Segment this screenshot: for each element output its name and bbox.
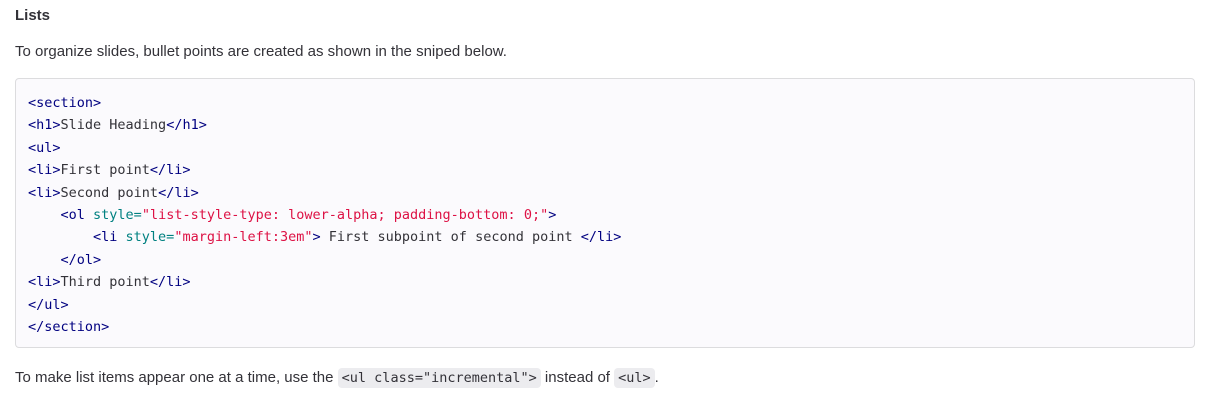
- code-tag: </li>: [158, 184, 199, 201]
- code-line: <li>Second point</li>: [28, 182, 621, 204]
- code-attribute: style=: [125, 229, 175, 246]
- code-tag: <li>: [28, 184, 61, 201]
- section-heading: Lists: [15, 7, 51, 24]
- code-tag: <li>: [28, 274, 61, 291]
- outro-text-middle: instead of: [540, 369, 615, 386]
- code-tag: >: [548, 206, 557, 223]
- code-text: First subpoint of second point: [320, 229, 581, 246]
- outro-paragraph: To make list items appear one at a time,…: [15, 368, 659, 388]
- code-tag: <h1>: [28, 117, 61, 134]
- outro-text-before: To make list items appear one at a time,…: [15, 369, 338, 386]
- inline-code-ul: <ul>: [614, 368, 655, 388]
- code-tag: </ul>: [28, 296, 69, 313]
- inline-code-incremental: <ul class="incremental">: [337, 368, 541, 388]
- code-line: <li style="margin-left:3em"> First subpo…: [28, 226, 621, 248]
- outro-text-after: .: [654, 369, 659, 386]
- code-line: <li>Third point</li>: [28, 271, 621, 293]
- code-string: "margin-left:3em": [174, 229, 313, 246]
- code-line: </ul>: [28, 294, 621, 316]
- code-block[interactable]: <section> <h1>Slide Heading</h1> <ul> <li>F…: [15, 78, 1195, 348]
- code-text: Third point: [60, 274, 150, 291]
- code-lines: <section> <h1>Slide Heading</h1> <ul> <li>F…: [28, 92, 621, 338]
- code-tag: </section>: [28, 318, 110, 335]
- code-string: "list-style-type: lower-alpha; padding-b…: [141, 206, 549, 223]
- code-tag: <ul>: [28, 139, 61, 156]
- code-line: <section>: [28, 92, 621, 114]
- code-text: Slide Heading: [60, 117, 167, 134]
- code-tag: </h1>: [166, 117, 207, 134]
- code-line: <h1>Slide Heading</h1>: [28, 114, 621, 136]
- code-text: Second point: [60, 184, 159, 201]
- code-tag: <section>: [28, 95, 102, 111]
- code-line: <li>First point</li>: [28, 159, 621, 181]
- code-line: </ol>: [28, 249, 621, 271]
- code-tag: </li>: [149, 162, 191, 179]
- code-line: <ol style="list-style-type: lower-alpha;…: [28, 204, 621, 226]
- code-tag: </li>: [149, 274, 191, 291]
- code-tag: </li>: [580, 229, 622, 246]
- code-text: First point: [60, 162, 150, 179]
- code-line: </section>: [28, 316, 621, 338]
- code-attribute: style=: [93, 206, 142, 223]
- code-line: <ul>: [28, 137, 621, 159]
- intro-paragraph: To organize slides, bullet points are cr…: [15, 43, 507, 60]
- code-tag: </ol>: [60, 251, 102, 268]
- code-tag: <ol: [60, 206, 94, 223]
- code-tag: >: [312, 229, 321, 246]
- code-tag: <li: [93, 229, 126, 246]
- code-tag: <li>: [28, 162, 61, 179]
